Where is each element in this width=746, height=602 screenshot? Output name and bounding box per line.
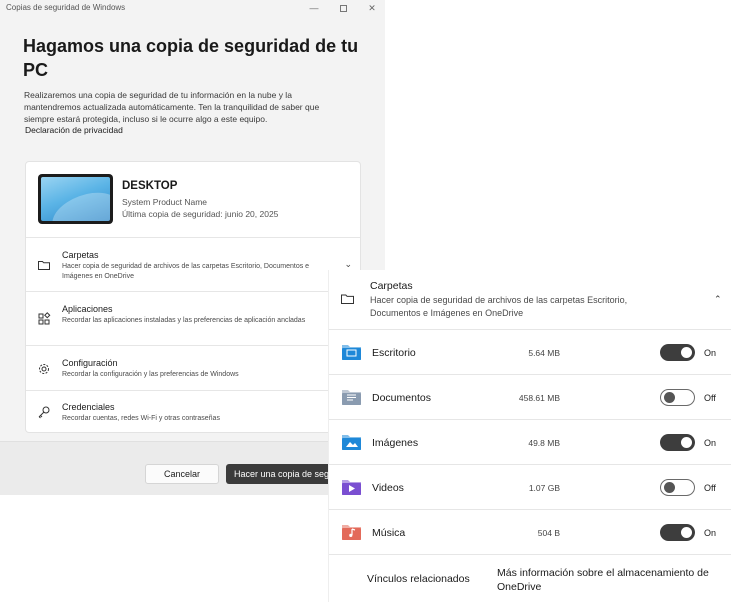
privacy-link[interactable]: Declaración de privacidad [25,125,123,135]
category-credentials[interactable]: Credenciales Recordar cuentas, redes Wi-… [26,391,360,432]
music-folder-icon [342,525,361,540]
backup-window: Copias de seguridad de Windows — ✕ Hagam… [0,0,385,495]
folder-name: Escritorio [372,347,416,359]
folder-backup-toggle[interactable] [660,479,695,496]
toggle-state-label: On [704,528,717,538]
category-title: Aplicaciones [62,304,113,314]
folder-icon [341,294,354,304]
category-title: Credenciales [62,402,115,412]
category-title: Carpetas [62,250,99,260]
page-title: Hagamos una copia de seguridad de tu PC [23,36,359,80]
folders-panel: Carpetas Hacer copia de seguridad de arc… [329,270,731,602]
folder-backup-toggle[interactable] [660,524,695,541]
documents-folder-icon [342,390,361,405]
folder-backup-toggle[interactable] [660,434,695,451]
category-subtitle: Recordar las aplicaciones instaladas y l… [62,317,306,324]
window-title: Copias de seguridad de Windows [6,3,126,12]
folder-size: 458.61 MB [518,393,560,403]
backup-card: DESKTOP System Product Name Última copia… [25,161,361,433]
chevron-up-icon: ⌃ [714,294,722,304]
panel-subtitle: Hacer copia de seguridad de archivos de … [370,295,628,318]
cancel-button[interactable]: Cancelar [145,464,219,484]
folder-size: 5.64 MB [528,348,560,358]
maximize-button[interactable] [329,1,357,15]
folder-name: Imágenes [372,437,419,449]
toggle-state-label: On [704,438,717,448]
close-button[interactable]: ✕ [358,1,385,15]
key-icon [38,406,50,419]
folder-backup-toggle[interactable] [660,389,695,406]
folder-name: Documentos [372,392,431,404]
onedrive-storage-link[interactable]: Más información sobre el almacenamiento … [497,566,727,594]
device-model: System Product Name [122,197,208,207]
device-name: DESKTOP [122,180,178,192]
folder-row: Videos 1.07 GB Off [329,465,731,510]
folder-row: Escritorio 5.64 MB On [329,330,731,375]
folder-size: 504 B [537,528,560,538]
minimize-icon: — [309,3,319,13]
chevron-down-icon: ⌄ [344,259,352,269]
minimize-button[interactable]: — [300,1,328,15]
title-bar: Copias de seguridad de Windows — ✕ [0,0,385,16]
folder-row: Imágenes 49.8 MB On [329,420,731,465]
folder-size: 1.07 GB [528,483,560,493]
folders-panel-header[interactable]: Carpetas Hacer copia de seguridad de arc… [329,270,731,330]
gear-icon [39,364,49,374]
related-links: Vínculos relacionados Más información so… [329,555,731,602]
category-folders[interactable]: Carpetas Hacer copia de seguridad de arc… [26,238,360,292]
category-apps[interactable]: Aplicaciones Recordar las aplicaciones i… [26,292,360,346]
maximize-icon [339,4,347,12]
pictures-folder-icon [342,435,361,450]
desktop-folder-icon [342,345,361,360]
toggle-state-label: On [704,348,717,358]
laptop-icon [38,174,113,224]
footer-bar: Cancelar Hacer una copia de seguridad [0,441,385,495]
category-title: Configuración [62,358,118,368]
category-settings[interactable]: Configuración Recordar la configuración … [26,346,360,391]
category-subtitle: Recordar cuentas, redes Wi-Fi y otras co… [62,415,220,422]
toggle-state-label: Off [704,483,716,493]
folder-icon [38,261,50,270]
folder-row: Música 504 B On [329,510,731,555]
page-description: Realizaremos una copia de seguridad de t… [24,90,320,124]
folder-size: 49.8 MB [528,438,560,448]
category-subtitle: Hacer copia de seguridad de archivos de … [62,263,310,280]
last-backup-date: Última copia de seguridad: junio 20, 202… [122,209,279,219]
folder-name: Música [372,527,406,539]
panel-title: Carpetas [370,280,413,292]
device-summary: DESKTOP System Product Name Última copia… [26,162,360,238]
close-icon: ✕ [368,2,376,13]
apps-icon [38,312,51,325]
folder-row: Documentos 458.61 MB Off [329,375,731,420]
videos-folder-icon [342,480,361,495]
toggle-state-label: Off [704,393,716,403]
folder-name: Videos [372,482,404,494]
related-links-label: Vínculos relacionados [367,573,470,585]
category-subtitle: Recordar la configuración y las preferen… [62,371,239,378]
folder-backup-toggle[interactable] [660,344,695,361]
